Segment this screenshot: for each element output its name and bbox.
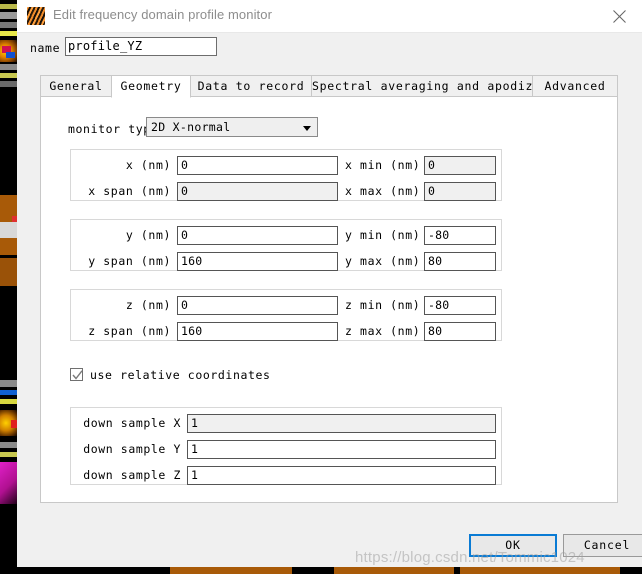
x-input[interactable]: 0 (177, 156, 338, 175)
x-max-input[interactable]: 0 (424, 182, 496, 201)
down-sample-y-label: down sample Y (83, 442, 181, 456)
down-sample-x-input[interactable]: 1 (187, 414, 496, 433)
y-span-label: y span (nm) (88, 254, 171, 268)
close-icon[interactable] (598, 0, 642, 31)
lumerical-app-icon (27, 7, 45, 25)
bg-strip (334, 567, 454, 574)
down-sample-z-input[interactable]: 1 (187, 466, 496, 485)
tab-advanced[interactable]: Advanced (532, 75, 618, 97)
tab-spectral-averaging-and-apodization[interactable]: Spectral averaging and apodization (311, 75, 571, 97)
geometry-tab-panel: monitor type 2D X-normal x (nm) 0 x min … (40, 96, 618, 503)
tab-data-to-record[interactable]: Data to record (190, 75, 312, 97)
checkmark-icon (72, 370, 83, 380)
bg-strip (0, 4, 17, 9)
down-sample-z-row: down sample Z 1 (71, 466, 501, 485)
z-max-input[interactable]: 80 (424, 322, 496, 341)
monitor-type-select[interactable]: 2D X-normal (146, 117, 318, 137)
bg-strip (0, 22, 17, 28)
y-min-label: y min (nm) (345, 228, 421, 242)
x-coordinate-group: x (nm) 0 x min (nm) 0 x span (nm) 0 x ma… (70, 149, 502, 201)
bg-strip (0, 462, 17, 504)
down-sample-x-label: down sample X (83, 416, 181, 430)
y-coordinate-group: y (nm) 0 y min (nm) -80 y span (nm) 160 … (70, 219, 502, 271)
bg-strip (0, 73, 17, 78)
x-label: x (nm) (125, 158, 171, 172)
down-sample-group: down sample X 1 down sample Y 1 down sam… (70, 407, 502, 485)
bg-strip (0, 452, 17, 457)
bg-strip (0, 380, 17, 387)
x-span-input[interactable]: 0 (177, 182, 338, 201)
z-min-label: z min (nm) (345, 298, 421, 312)
y-label: y (nm) (125, 228, 171, 242)
y-max-label: y max (nm) (345, 254, 421, 268)
z-input[interactable]: 0 (177, 296, 338, 315)
ok-button[interactable]: OK (469, 534, 557, 557)
bg-strip (460, 567, 620, 574)
bg-strip (0, 222, 17, 238)
y-input[interactable]: 0 (177, 226, 338, 245)
bg-strip (0, 504, 17, 574)
window-title: Edit frequency domain profile monitor (53, 7, 273, 22)
monitor-type-value: 2D X-normal (151, 120, 231, 134)
bg-strip (6, 52, 15, 58)
tab-bar: General Geometry Data to record Spectral… (40, 75, 618, 98)
bg-strip (0, 258, 17, 286)
y-max-input[interactable]: 80 (424, 252, 496, 271)
z-span-label: z span (nm) (88, 324, 171, 338)
tab-geometry[interactable]: Geometry (111, 75, 191, 98)
bg-strip (0, 81, 17, 87)
y-min-input[interactable]: -80 (424, 226, 496, 245)
bg-strip (0, 64, 17, 70)
name-input[interactable]: profile_YZ (65, 37, 217, 56)
bg-strip (0, 31, 17, 36)
z-max-label: z max (nm) (345, 324, 421, 338)
bg-strip (0, 12, 17, 19)
down-sample-z-label: down sample Z (83, 468, 181, 482)
use-relative-coordinates-label: use relative coordinates (90, 368, 271, 382)
down-sample-x-row: down sample X 1 (71, 414, 501, 433)
down-sample-y-row: down sample Y 1 (71, 440, 501, 459)
name-label: name (30, 41, 61, 55)
bg-strip (170, 567, 292, 574)
name-row: name profile_YZ (17, 32, 642, 62)
monitor-type-label: monitor type (68, 122, 159, 136)
x-min-input[interactable]: 0 (424, 156, 496, 175)
y-span-input[interactable]: 160 (177, 252, 338, 271)
z-coordinate-group: z (nm) 0 z min (nm) -80 z span (nm) 160 … (70, 289, 502, 341)
x-span-label: x span (nm) (88, 184, 171, 198)
z-span-input[interactable]: 160 (177, 322, 338, 341)
x-max-label: x max (nm) (345, 184, 421, 198)
tab-general[interactable]: General (40, 75, 112, 97)
cancel-button[interactable]: Cancel (563, 534, 642, 557)
z-min-input[interactable]: -80 (424, 296, 496, 315)
checkbox-box (70, 368, 83, 381)
edit-monitor-dialog: Edit frequency domain profile monitor na… (17, 0, 642, 567)
down-sample-y-input[interactable]: 1 (187, 440, 496, 459)
x-min-label: x min (nm) (345, 158, 421, 172)
z-label: z (nm) (125, 298, 171, 312)
chevron-down-icon (303, 126, 311, 131)
bg-strip (0, 442, 17, 448)
title-bar: Edit frequency domain profile monitor (17, 0, 642, 33)
bg-strip (0, 399, 17, 404)
bg-strip (0, 390, 17, 395)
